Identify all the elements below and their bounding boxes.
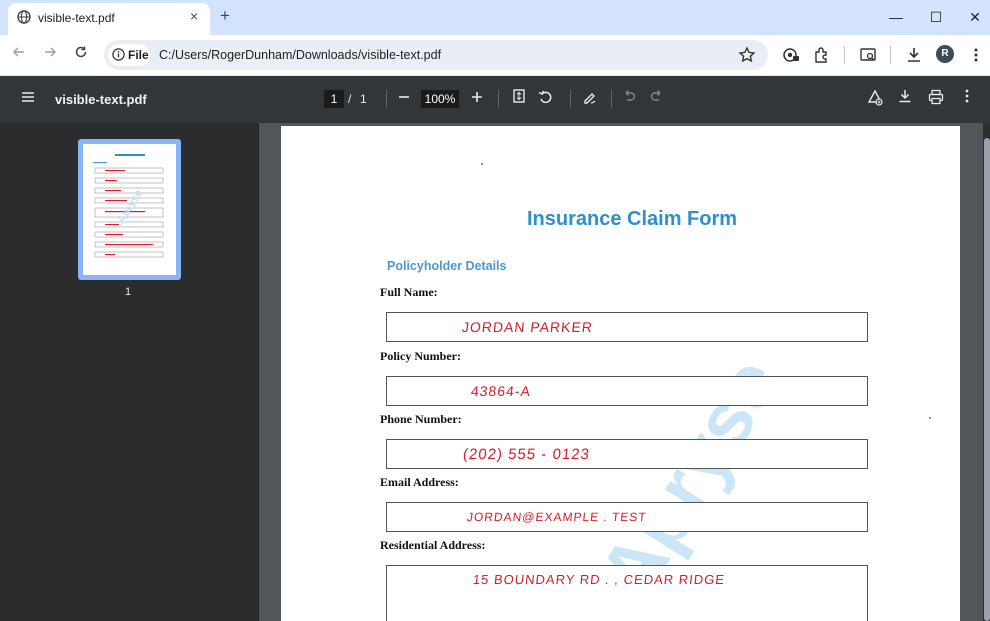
- field-label-email-address: Email Address:: [380, 475, 459, 489]
- toolbar-divider: [386, 90, 387, 108]
- more-options-icon[interactable]: [957, 89, 977, 109]
- pdf-page: Apryse Insurance Claim Form Policyholder…: [281, 126, 960, 621]
- reload-button[interactable]: [70, 45, 92, 65]
- document-title: Insurance Claim Form: [527, 208, 738, 230]
- toolbar-divider: [498, 90, 499, 108]
- site-info-label: File: [128, 48, 149, 62]
- toolbar-divider: [890, 46, 891, 64]
- field-box-policy-number[interactable]: 43864-A: [386, 376, 868, 406]
- downloads-icon[interactable]: [903, 44, 925, 66]
- rotate-icon[interactable]: [536, 89, 556, 109]
- field-label-full-name: Full Name:: [380, 285, 438, 299]
- extensions-icon[interactable]: [811, 44, 833, 66]
- info-icon: [112, 48, 125, 61]
- annotate-pen-icon[interactable]: [580, 89, 600, 109]
- minimize-button[interactable]: —: [884, 8, 908, 28]
- scan-speck: [929, 417, 931, 419]
- new-tab-button[interactable]: +: [220, 7, 230, 25]
- field-value-phone-number: (202) 555 - 0123: [462, 446, 591, 463]
- svg-text:Apryse: Apryse: [115, 188, 145, 226]
- field-label-policy-number: Policy Number:: [380, 349, 461, 363]
- window-close-button[interactable]: ✕: [963, 8, 987, 28]
- field-value-full-name: JORDAN PARKER: [461, 319, 594, 335]
- zoom-in-button[interactable]: [467, 89, 487, 109]
- field-box-full-name[interactable]: JORDAN PARKER: [386, 312, 868, 342]
- page-number-input[interactable]: 1: [324, 90, 344, 108]
- field-box-email-address[interactable]: JORDAN@EXAMPLE . TEST: [386, 502, 868, 532]
- field-box-residential-address[interactable]: 15 BOUNDARY RD . , CEDAR RIDGE: [386, 565, 868, 621]
- field-label-phone-number: Phone Number:: [380, 412, 462, 426]
- back-button[interactable]: [8, 45, 30, 65]
- field-value-residential-address: 15 BOUNDARY RD . , CEDAR RIDGE: [472, 572, 726, 587]
- tab-close-icon[interactable]: ×: [190, 8, 198, 24]
- section-title: Policyholder Details: [387, 259, 507, 273]
- url-text[interactable]: C:/Users/RogerDunham/Downloads/visible-t…: [159, 48, 441, 62]
- fit-page-icon[interactable]: [509, 89, 529, 109]
- field-box-phone-number[interactable]: (202) 555 - 0123: [386, 439, 868, 469]
- tab-search-icon[interactable]: [857, 44, 879, 66]
- bookmark-star-icon[interactable]: [736, 44, 758, 66]
- maximize-button[interactable]: ☐: [924, 8, 948, 28]
- password-manager-icon[interactable]: [780, 44, 802, 66]
- more-menu-icon[interactable]: [965, 44, 987, 66]
- toolbar-divider: [844, 46, 845, 64]
- thumbnail-preview: Apryse: [93, 154, 164, 258]
- print-icon[interactable]: [926, 89, 946, 109]
- sidebar-menu-icon[interactable]: [18, 89, 38, 109]
- field-value-policy-number: 43864-A: [470, 383, 532, 399]
- toolbar-divider: [611, 90, 612, 108]
- redo-icon[interactable]: [647, 89, 667, 109]
- zoom-out-button[interactable]: [394, 89, 414, 109]
- field-value-email-address: JORDAN@EXAMPLE . TEST: [466, 510, 648, 524]
- pdf-title: visible-text.pdf: [55, 92, 147, 107]
- download-icon[interactable]: [895, 89, 915, 109]
- tab-title: visible-text.pdf: [38, 11, 115, 25]
- pdf-toolbar: [0, 76, 990, 123]
- scrollbar-thumb[interactable]: [984, 138, 990, 621]
- profile-avatar[interactable]: R: [936, 45, 954, 63]
- toolbar-divider: [570, 90, 571, 108]
- page-separator: /: [348, 92, 352, 106]
- scan-speck: [481, 163, 483, 165]
- save-annotations-icon[interactable]: [865, 89, 885, 109]
- globe-icon: [17, 10, 31, 24]
- thumbnail-page-number: 1: [125, 286, 132, 298]
- field-label-residential-address: Residential Address:: [380, 538, 486, 552]
- forward-button[interactable]: [39, 45, 61, 65]
- undo-icon[interactable]: [619, 89, 639, 109]
- page-total: 1: [360, 92, 367, 106]
- zoom-input[interactable]: 100%: [421, 90, 459, 108]
- page-thumbnail[interactable]: Apryse: [83, 144, 176, 275]
